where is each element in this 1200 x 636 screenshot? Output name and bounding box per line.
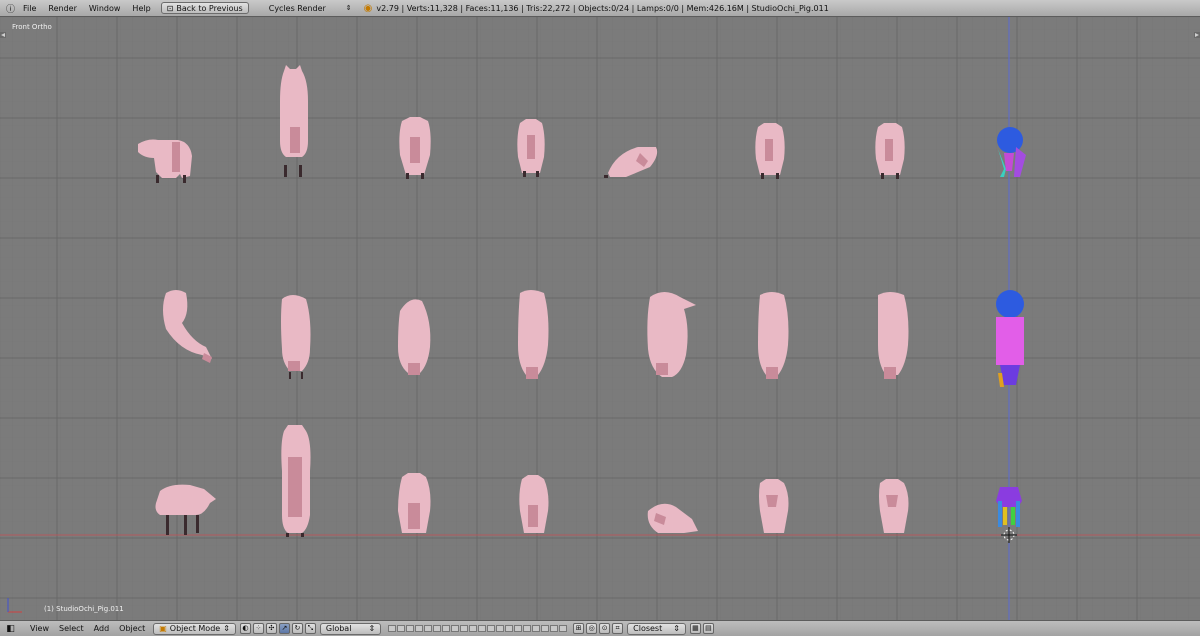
region-toggle[interactable]: [0, 32, 6, 38]
pig-model[interactable]: [398, 473, 431, 533]
menu-add[interactable]: Add: [89, 624, 115, 633]
transform-orientation-select[interactable]: Global ⇕: [319, 622, 382, 635]
region-toggle[interactable]: [1194, 32, 1200, 38]
viewport-canvas: [0, 17, 1200, 620]
pig-model[interactable]: [875, 123, 905, 179]
pig-model[interactable]: [759, 479, 789, 533]
menu-help[interactable]: Help: [126, 4, 156, 13]
menu-object[interactable]: Object: [114, 624, 150, 633]
rotate-manipulator-icon[interactable]: ↻: [291, 623, 303, 634]
snap-toggle-icon[interactable]: ⊙: [599, 623, 611, 634]
menu-file[interactable]: File: [17, 4, 42, 13]
lock-layers-icon[interactable]: ⊞: [573, 623, 585, 634]
menu-render[interactable]: Render: [42, 4, 82, 13]
blender-logo-icon: ◉: [363, 2, 373, 14]
pig-model[interactable]: [398, 299, 431, 375]
3d-viewport[interactable]: Front Ortho (1) StudioOchi_Pig.011: [0, 17, 1200, 620]
pig-model[interactable]: [517, 119, 545, 177]
layer-buttons[interactable]: [388, 625, 568, 632]
scene-stats: v2.79 | Verts:11,328 | Faces:11,136 | Tr…: [376, 3, 829, 13]
active-object-label: (1) StudioOchi_Pig.011: [44, 605, 124, 613]
dropdown-arrow-icon: ⇕: [345, 4, 352, 12]
menu-select[interactable]: Select: [54, 624, 89, 633]
proportional-edit-icon[interactable]: ◎: [586, 623, 598, 634]
3d-view-header: ◧ View Select Add Object ▣ Object Mode ⇕…: [0, 620, 1200, 636]
manipulator-toggle-icon[interactable]: ✣: [265, 623, 277, 634]
menu-view[interactable]: View: [25, 624, 54, 633]
info-header: ⓘ File Render Window Help ⊡ Back to Prev…: [0, 0, 1200, 17]
scale-manipulator-icon[interactable]: ⤡: [304, 623, 316, 634]
snap-element-icon[interactable]: ⌗: [612, 623, 624, 634]
render-engine-select[interactable]: Cycles Render: [263, 4, 332, 13]
dropdown-arrow-icon: ⇕: [223, 624, 230, 633]
view-name-label: Front Ortho: [12, 23, 52, 31]
info-editor-icon[interactable]: ⓘ: [4, 3, 17, 15]
viewport-shading-icon[interactable]: ◐: [239, 623, 251, 634]
back-icon: ⊡: [166, 3, 174, 13]
pig-model[interactable]: [281, 425, 311, 537]
back-to-previous-button[interactable]: ⊡ Back to Previous: [160, 2, 249, 14]
menu-window[interactable]: Window: [83, 4, 127, 13]
dropdown-arrow-icon: ⇕: [673, 624, 680, 633]
translate-manipulator-icon[interactable]: ↗: [278, 623, 290, 634]
snap-target-select[interactable]: Closest ⇕: [627, 622, 686, 635]
pivot-point-icon[interactable]: ⁘: [252, 623, 264, 634]
pig-model[interactable]: [879, 479, 909, 533]
dropdown-arrow-icon: ⇕: [368, 624, 376, 633]
pig-model[interactable]: [755, 123, 785, 179]
pig-model[interactable]: [519, 475, 549, 533]
mode-select[interactable]: ▣ Object Mode ⇕: [153, 622, 236, 635]
render-animation-icon[interactable]: ▤: [702, 623, 714, 634]
object-mode-icon: ▣: [159, 624, 167, 633]
render-icon[interactable]: ▦: [689, 623, 701, 634]
editor-type-icon[interactable]: ◧: [4, 623, 17, 634]
